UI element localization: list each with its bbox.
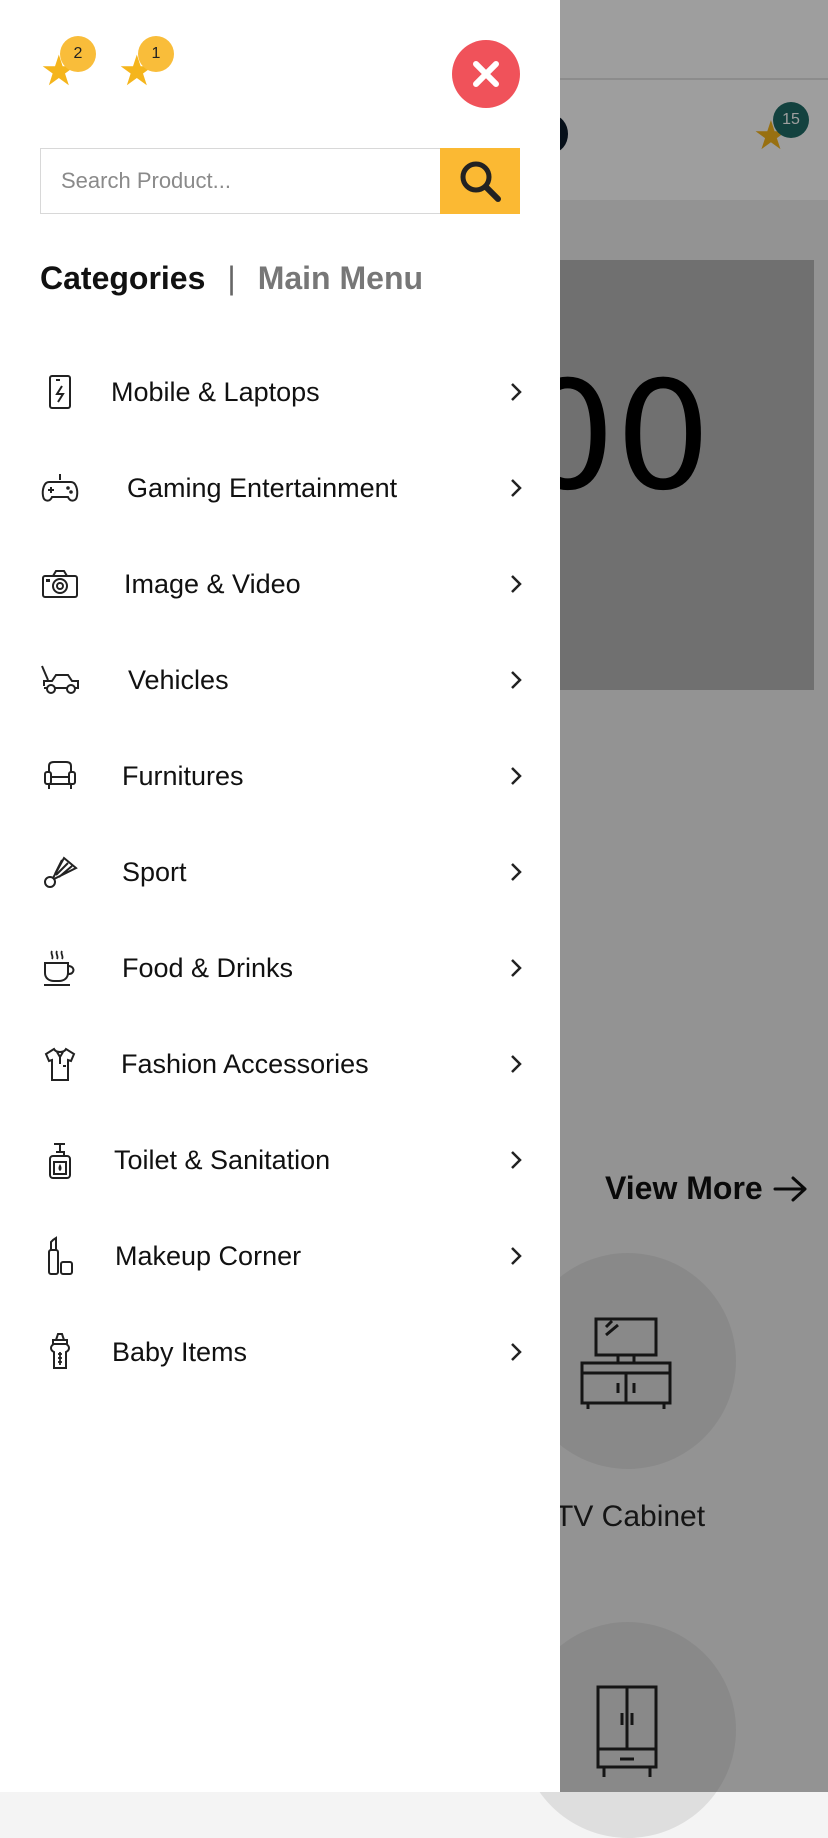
compare-count-badge: 1 — [138, 36, 174, 72]
shirt-icon — [40, 1044, 80, 1084]
favorites-button[interactable]: ★ 2 — [40, 36, 100, 96]
camera-icon — [40, 564, 80, 604]
tab-categories[interactable]: Categories — [40, 260, 205, 297]
category-label: Fashion Accessories — [121, 1048, 369, 1079]
gamepad-icon — [40, 468, 80, 508]
category-label: Makeup Corner — [115, 1240, 302, 1271]
category-label: Mobile & Laptops — [111, 376, 320, 407]
chevron-right-icon — [510, 1242, 524, 1270]
mobile-icon — [40, 372, 80, 412]
category-label: Furnitures — [122, 760, 244, 791]
compare-button[interactable]: ★ 1 — [118, 36, 178, 96]
chevron-right-icon — [510, 474, 524, 502]
category-item-vehicles[interactable]: Vehicles — [40, 632, 524, 728]
lipstick-icon — [40, 1236, 80, 1276]
chevron-right-icon — [510, 954, 524, 982]
search-icon — [460, 161, 501, 202]
category-label: Toilet & Sanitation — [114, 1144, 331, 1175]
category-label: Sport — [122, 856, 187, 887]
category-item-food-drinks[interactable]: Food & Drinks — [40, 920, 524, 1016]
category-label: Vehicles — [128, 664, 229, 695]
tab-main-menu[interactable]: Main Menu — [258, 260, 423, 297]
chevron-right-icon — [510, 666, 524, 694]
favorites-count-badge: 2 — [60, 36, 96, 72]
baby-bottle-icon — [40, 1332, 80, 1372]
chevron-right-icon — [510, 1146, 524, 1174]
search-bar — [40, 148, 520, 214]
drawer-header: ★ 2 ★ 1 — [40, 36, 520, 108]
category-item-image-video[interactable]: Image & Video — [40, 536, 524, 632]
chevron-right-icon — [510, 378, 524, 406]
search-button[interactable] — [440, 148, 520, 214]
category-label: Food & Drinks — [122, 952, 294, 983]
menu-tabs: Categories | Main Menu — [40, 260, 423, 297]
category-list: Mobile & Laptops Gaming Entertainment Im… — [40, 344, 524, 1400]
category-item-mobile-laptops[interactable]: Mobile & Laptops — [40, 344, 524, 440]
category-item-furnitures[interactable]: Furnitures — [40, 728, 524, 824]
chevron-right-icon — [510, 762, 524, 790]
category-label: Baby Items — [112, 1336, 248, 1367]
tab-separator: | — [227, 260, 236, 296]
close-drawer-button[interactable] — [452, 40, 520, 108]
category-item-toilet-sanitation[interactable]: Toilet & Sanitation — [40, 1112, 524, 1208]
category-label: Image & Video — [124, 568, 301, 599]
category-label: Gaming Entertainment — [127, 472, 398, 503]
chevron-right-icon — [510, 1338, 524, 1366]
car-icon — [40, 660, 80, 700]
soap-bottle-icon — [40, 1140, 80, 1180]
armchair-icon — [40, 756, 80, 796]
search-input[interactable] — [40, 148, 440, 214]
close-icon — [473, 61, 499, 87]
chevron-right-icon — [510, 1050, 524, 1078]
category-item-makeup[interactable]: Makeup Corner — [40, 1208, 524, 1304]
coffee-cup-icon — [40, 948, 80, 988]
category-item-fashion[interactable]: Fashion Accessories — [40, 1016, 524, 1112]
side-drawer: ★ 2 ★ 1 Categories | Main Menu Mobile & … — [0, 0, 560, 1792]
category-item-sport[interactable]: Sport — [40, 824, 524, 920]
chevron-right-icon — [510, 570, 524, 598]
category-item-baby[interactable]: Baby Items — [40, 1304, 524, 1400]
category-item-gaming[interactable]: Gaming Entertainment — [40, 440, 524, 536]
chevron-right-icon — [510, 858, 524, 886]
shuttlecock-icon — [40, 852, 80, 892]
